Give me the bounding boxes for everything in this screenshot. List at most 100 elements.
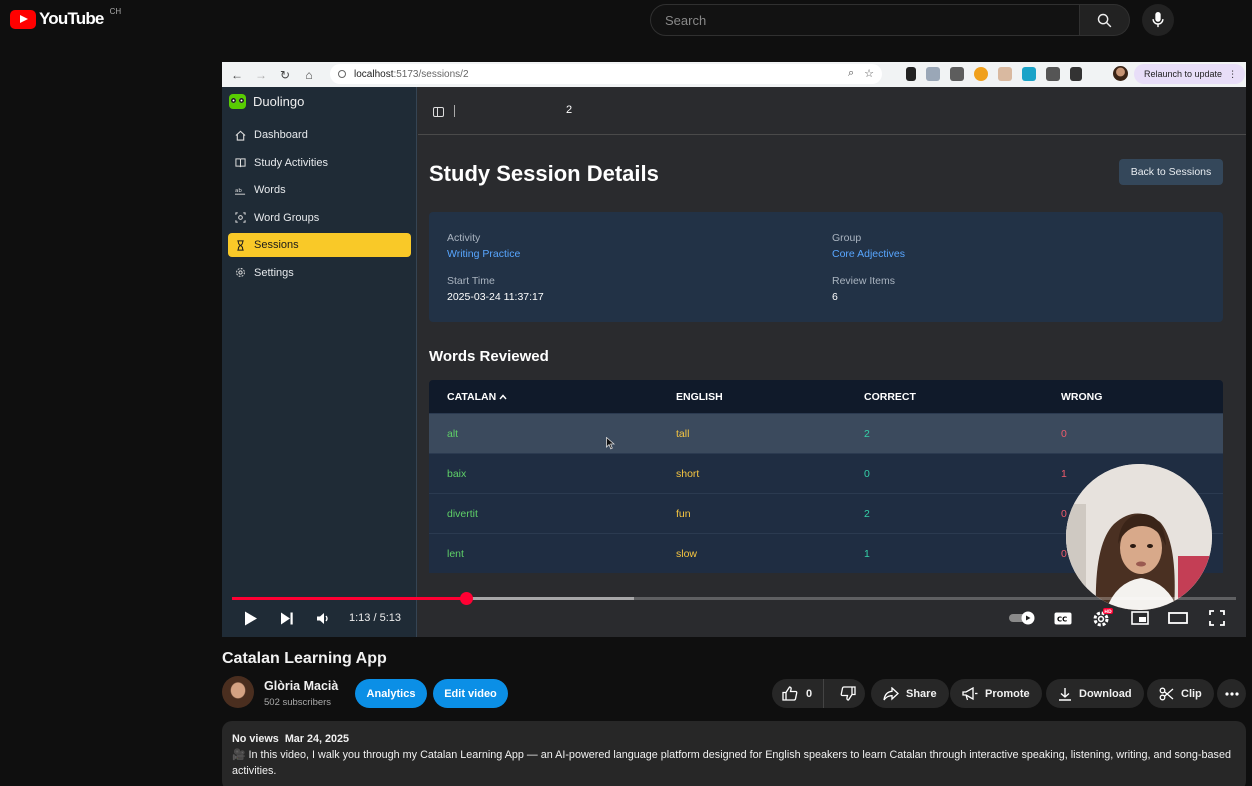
theater-mode-button[interactable]	[1167, 607, 1189, 629]
wrong-cell: 0	[1061, 428, 1067, 440]
more-actions-button[interactable]	[1217, 679, 1246, 708]
page-title: Study Session Details	[429, 161, 659, 186]
sidebar-item-dashboard[interactable]: Dashboard	[228, 123, 411, 147]
url-path: :5173/sessions/2	[393, 68, 469, 80]
fullscreen-icon	[1209, 610, 1225, 626]
like-count: 0	[806, 687, 813, 700]
dislike-button[interactable]	[831, 679, 865, 708]
table-row[interactable]: alt tall 2 0	[429, 413, 1223, 453]
search-button[interactable]	[1080, 4, 1130, 36]
miniplayer-button[interactable]	[1129, 607, 1151, 629]
mute-button[interactable]	[312, 607, 334, 629]
column-header-correct[interactable]: CORRECT	[864, 391, 916, 403]
english-cell: tall	[676, 428, 690, 440]
description-meta: No views Mar 24, 2025	[232, 731, 1236, 747]
search-input[interactable]	[650, 4, 1080, 36]
group-link[interactable]: Core Adjectives	[832, 248, 905, 260]
played-bar	[232, 597, 466, 600]
miniplayer-icon	[1131, 611, 1149, 625]
video-player[interactable]: ← → ↻ ⌂ localhost:5173/sessions/2 ⌕ ☆ Re…	[222, 62, 1246, 637]
column-header-wrong[interactable]: WRONG	[1061, 391, 1102, 403]
gray-extension-icon	[1046, 67, 1060, 81]
sidebar-item-words[interactable]: ab Words	[228, 178, 411, 202]
clip-button[interactable]: Clip	[1147, 679, 1214, 708]
table-header: CATALAN ENGLISH CORRECT WRONG	[429, 380, 1223, 413]
download-button[interactable]: Download	[1046, 679, 1144, 708]
correct-cell: 0	[864, 468, 870, 480]
time-display: 1:13 / 5:13	[349, 612, 401, 624]
forward-arrow-icon: →	[255, 67, 267, 82]
activity-link[interactable]: Writing Practice	[447, 248, 520, 260]
sidebar-item-label: Words	[254, 184, 286, 196]
words-reviewed-title: Words Reviewed	[429, 348, 549, 365]
sidebar: Duolingo Dashboard Study Activities ab W…	[222, 87, 417, 637]
more-horizontal-icon	[1224, 691, 1239, 696]
review-items-value: 6	[832, 291, 838, 303]
divider	[454, 105, 455, 117]
sidebar-nav: Dashboard Study Activities ab Words Word…	[228, 123, 411, 288]
autoplay-toggle-icon	[1009, 611, 1035, 625]
activity-field: Activity Writing Practice	[447, 232, 520, 260]
sidebar-toggle-icon[interactable]	[433, 107, 444, 117]
sidebar-item-study-activities[interactable]: Study Activities	[228, 151, 411, 175]
presenter-image	[1066, 464, 1212, 610]
back-arrow-icon: ←	[231, 67, 243, 82]
next-button[interactable]	[276, 607, 298, 629]
column-header-english[interactable]: ENGLISH	[676, 391, 723, 403]
play-icon	[245, 611, 257, 625]
scrubber-handle[interactable]	[459, 592, 473, 605]
channel-avatar[interactable]	[222, 676, 254, 708]
sidebar-item-word-groups[interactable]: Word Groups	[228, 206, 411, 230]
play-button[interactable]	[240, 607, 262, 629]
share-button[interactable]: Share	[871, 679, 949, 708]
voice-search-button[interactable]	[1142, 4, 1174, 36]
scissors-icon	[1159, 687, 1174, 700]
url-host: localhost	[354, 68, 394, 80]
sidebar-item-label: Dashboard	[254, 129, 308, 141]
analytics-button[interactable]: Analytics	[355, 679, 427, 708]
promote-button[interactable]: Promote	[950, 679, 1042, 708]
sidebar-item-label: Settings	[254, 266, 294, 279]
progress-bar[interactable]	[232, 592, 1236, 605]
channel-name[interactable]: Glòria Macià	[264, 679, 338, 693]
correct-cell: 1	[864, 548, 870, 560]
puzzle-extension-icon	[1070, 67, 1082, 81]
back-to-sessions-button[interactable]: Back to Sessions	[1119, 159, 1223, 185]
edit-video-button[interactable]: Edit video	[433, 679, 508, 708]
column-header-catalan[interactable]: CATALAN	[447, 391, 507, 403]
sidebar-item-label: Sessions	[254, 239, 299, 251]
like-button[interactable]: 0	[772, 679, 825, 708]
video-description[interactable]: No views Mar 24, 2025 🎥 In this video, I…	[222, 721, 1246, 786]
video-title: Catalan Learning App	[222, 650, 387, 667]
download-icon	[1059, 687, 1071, 701]
review-items-label: Review Items	[832, 275, 896, 287]
search-icon	[1097, 13, 1112, 27]
hourglass-icon	[235, 239, 246, 251]
sidebar-item-settings[interactable]: Settings	[228, 261, 411, 285]
search-bar	[650, 4, 1130, 36]
catalan-cell: baix	[447, 468, 467, 480]
youtube-wordmark: YouTube	[39, 9, 104, 28]
autoplay-toggle[interactable]	[1008, 607, 1038, 629]
youtube-logo[interactable]: YouTube CH	[10, 7, 121, 29]
fullscreen-button[interactable]	[1206, 607, 1228, 629]
site-info-icon	[338, 70, 346, 78]
upload-date: Mar 24, 2025	[284, 733, 350, 745]
sidebar-item-sessions[interactable]: Sessions	[228, 233, 411, 257]
english-cell: short	[676, 468, 700, 480]
catalan-cell: alt	[447, 428, 459, 440]
pen-extension-icon	[906, 67, 916, 81]
download-label: Download	[1079, 687, 1132, 700]
country-code: CH	[109, 6, 122, 16]
captions-button[interactable]: CC	[1052, 607, 1074, 629]
home-icon	[235, 130, 246, 141]
settings-button[interactable]: HD	[1090, 607, 1114, 629]
relaunch-label: Relaunch to update	[1144, 69, 1223, 79]
breadcrumb: 2	[566, 104, 573, 116]
like-dislike-group: 0	[772, 679, 865, 708]
megaphone-icon	[962, 686, 978, 700]
correct-cell: 2	[864, 428, 870, 440]
start-time-field: Start Time 2025-03-24 11:37:17	[447, 275, 544, 303]
webcam-overlay	[1066, 464, 1212, 610]
home-icon: ⌂	[305, 67, 313, 82]
